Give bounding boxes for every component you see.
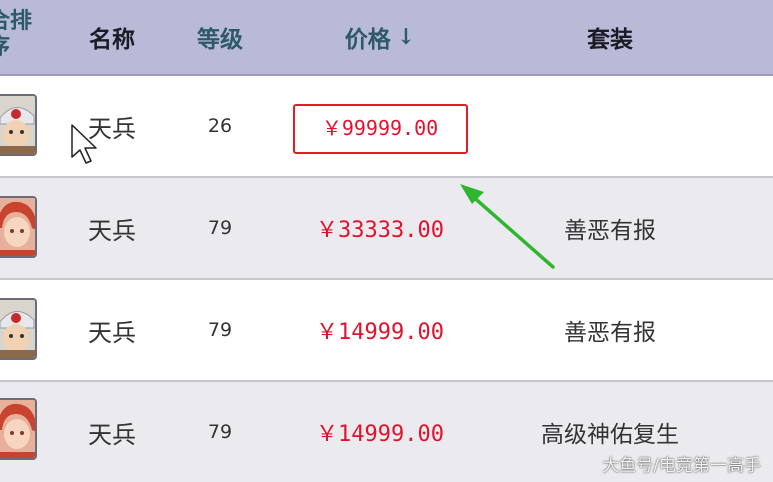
row-level: 79	[207, 319, 233, 341]
header-name[interactable]: 名称	[62, 0, 162, 74]
table-header: 合排序 名称 等级 价格 ↓ 套装	[0, 0, 773, 76]
row-set	[520, 76, 700, 176]
helmet-warrior-avatar[interactable]	[0, 94, 37, 156]
table-row[interactable]: 天兵 79 ￥33333.00 善恶有报	[0, 178, 773, 280]
row-set: 善恶有报	[564, 320, 656, 346]
header-rank[interactable]: 合排序	[0, 8, 48, 60]
red-hair-warrior-avatar[interactable]	[0, 398, 37, 460]
table-row[interactable]: 天兵 26 ￥99999.00	[0, 76, 773, 178]
header-price[interactable]: 价格 ↓	[300, 0, 460, 74]
market-listing-screen: 合排序 名称 等级 价格 ↓ 套装 天兵 26 ￥99999.00	[0, 0, 773, 482]
row-name: 天兵	[88, 216, 136, 245]
header-price-label: 价格	[344, 26, 391, 53]
row-price: ￥14999.00	[316, 320, 444, 345]
row-name: 天兵	[88, 420, 136, 449]
header-level[interactable]: 等级	[170, 0, 270, 74]
row-level: 79	[207, 421, 233, 443]
row-price: ￥14999.00	[316, 422, 444, 447]
row-name: 天兵	[88, 114, 136, 143]
row-level: 79	[207, 217, 233, 239]
watermark-text: 大鱼号/电竞第一高手	[602, 456, 761, 476]
row-price: ￥33333.00	[316, 218, 444, 243]
helmet-warrior-avatar[interactable]	[0, 298, 37, 360]
row-price: ￥99999.00	[321, 115, 439, 140]
sort-descending-icon: ↓	[396, 24, 416, 50]
header-set[interactable]: 套装	[540, 0, 680, 74]
row-name: 天兵	[88, 318, 136, 347]
row-set: 善恶有报	[564, 218, 656, 244]
red-hair-warrior-avatar[interactable]	[0, 196, 37, 258]
table-row[interactable]: 天兵 79 ￥14999.00 善恶有报	[0, 280, 773, 382]
row-level: 26	[207, 115, 233, 137]
